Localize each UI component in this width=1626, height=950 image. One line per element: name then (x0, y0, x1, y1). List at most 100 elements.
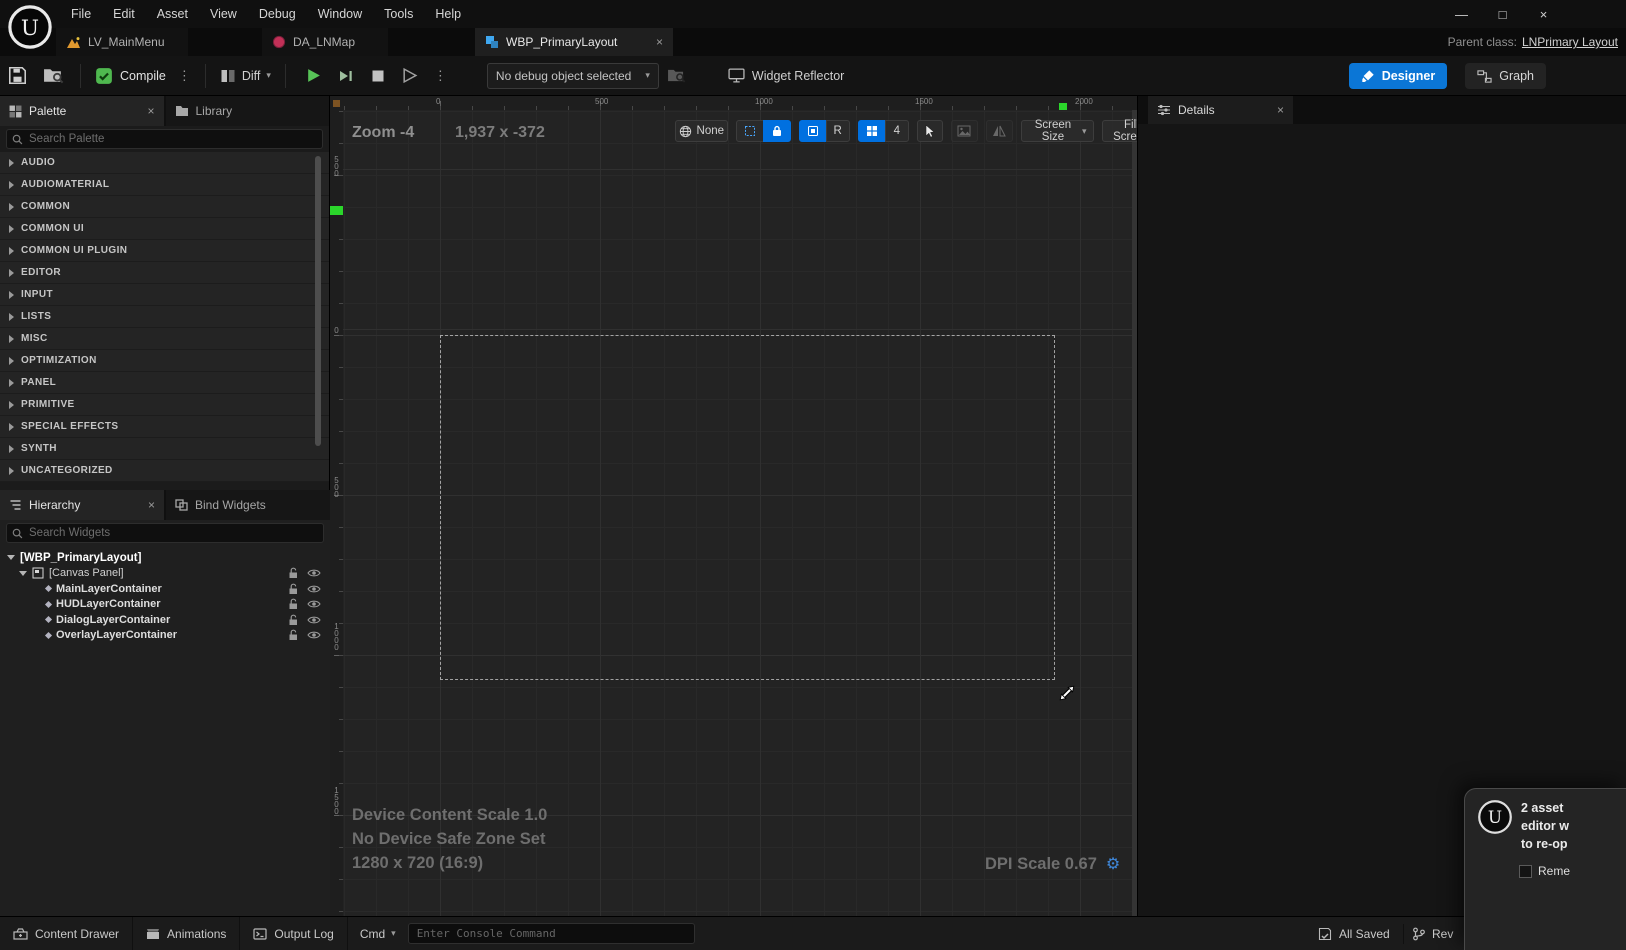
browse-to-asset-button[interactable] (35, 56, 72, 96)
unlock-icon[interactable] (288, 567, 299, 579)
tab-da-lnmap[interactable]: DA_LNMap (262, 28, 388, 56)
palette-category[interactable]: AUDIO (0, 152, 329, 174)
compile-options-kebab-icon[interactable]: ⋮ (172, 68, 197, 84)
dpi-settings-gear-icon[interactable]: ⚙ (1106, 854, 1120, 874)
close-tab-icon[interactable]: × (147, 104, 154, 118)
unreal-engine-logo-icon[interactable]: U (7, 4, 53, 50)
menu-item[interactable]: Asset (146, 0, 199, 28)
debug-object-dropdown[interactable]: No debug object selected ▾ (486, 62, 659, 89)
save-button[interactable] (0, 56, 35, 96)
animations-button[interactable]: Animations (133, 916, 241, 950)
play-options-kebab-icon[interactable]: ⋮ (428, 68, 453, 84)
tree-row-widget[interactable]: MainLayerContainer (0, 581, 330, 597)
palette-category[interactable]: COMMON (0, 196, 329, 218)
tree-row-widget[interactable]: OverlayLayerContainer (0, 628, 330, 644)
tab-hierarchy[interactable]: Hierarchy × (0, 490, 164, 520)
stop-button[interactable] (364, 62, 392, 90)
tab-library[interactable]: Library (165, 96, 329, 126)
collapse-caret-icon[interactable] (7, 555, 15, 561)
palette-scrollbar-thumb[interactable] (315, 156, 321, 446)
menu-item[interactable]: View (199, 0, 248, 28)
remember-checkbox[interactable] (1519, 864, 1532, 878)
tree-row-widget[interactable]: DialogLayerContainer (0, 612, 330, 628)
search-widgets-input[interactable] (6, 523, 324, 543)
revision-control-button[interactable]: Rev (1412, 917, 1453, 950)
output-log-button[interactable]: Output Log (240, 916, 348, 950)
unlock-icon[interactable] (288, 614, 299, 626)
visibility-eye-icon[interactable] (307, 615, 321, 625)
palette-category[interactable]: COMMON UI (0, 218, 329, 240)
play-button[interactable] (300, 62, 328, 90)
visibility-eye-icon[interactable] (307, 599, 321, 609)
search-palette-input[interactable] (6, 129, 323, 149)
grid-snap-toggle-button[interactable] (857, 120, 886, 142)
palette-category[interactable]: COMMON UI PLUGIN (0, 240, 329, 262)
localization-preview-button[interactable]: None (675, 120, 728, 142)
palette-category[interactable]: EDITOR (0, 262, 329, 284)
widget-reflector-button[interactable]: Widget Reflector (728, 68, 844, 83)
palette-category[interactable]: AUDIOMATERIAL (0, 174, 329, 196)
palette-category[interactable]: INPUT (0, 284, 329, 306)
designer-mode-button[interactable]: Designer (1348, 63, 1448, 89)
menu-item[interactable]: Window (307, 0, 373, 28)
compile-button[interactable]: Compile (89, 67, 172, 85)
menu-item[interactable]: Debug (248, 0, 307, 28)
select-tool-button[interactable] (916, 120, 943, 142)
palette-category[interactable]: PRIMITIVE (0, 394, 329, 416)
tree-row-widget[interactable]: HUDLayerContainer (0, 597, 330, 613)
palette-category[interactable]: UNCATEGORIZED (0, 460, 329, 482)
collapse-caret-icon[interactable] (19, 570, 27, 576)
unlock-icon[interactable] (288, 598, 299, 610)
menu-item[interactable]: Tools (373, 0, 424, 28)
save-status[interactable]: All Saved (1318, 917, 1390, 950)
tab-palette[interactable]: Palette × (0, 96, 164, 126)
graph-mode-button[interactable]: Graph (1465, 63, 1546, 89)
palette-category[interactable]: MISC (0, 328, 329, 350)
close-tab-icon[interactable]: × (656, 35, 663, 49)
cmd-dropdown[interactable]: Cmd ▾ (348, 927, 408, 941)
palette-category[interactable]: OPTIMIZATION (0, 350, 329, 372)
respect-locks-button[interactable]: R (825, 120, 850, 142)
safe-zone-toggle-button[interactable] (735, 120, 764, 142)
visibility-eye-icon[interactable] (307, 584, 321, 594)
widget-selection-outline[interactable] (440, 335, 1055, 680)
unlock-icon[interactable] (288, 583, 299, 595)
advance-button[interactable] (396, 62, 424, 90)
menu-item[interactable]: Edit (102, 0, 146, 28)
unlock-icon[interactable] (288, 629, 299, 641)
browse-debug-object-button[interactable] (659, 56, 694, 96)
close-tab-icon[interactable]: × (148, 498, 155, 512)
designer-viewport[interactable]: 0 500 1000 1500 2000 500 0 500 1000 1500 Zoom -4… (330, 96, 1137, 916)
tab-lv-mainmenu[interactable]: LV_MainMenu (56, 28, 188, 56)
lock-viewport-button[interactable] (762, 120, 791, 142)
visibility-eye-icon[interactable] (307, 630, 321, 640)
parent-class-link[interactable]: LNPrimary Layout (1522, 35, 1618, 49)
palette-category[interactable]: PANEL (0, 372, 329, 394)
outline-mode-button[interactable] (798, 120, 827, 142)
palette-category[interactable]: SYNTH (0, 438, 329, 460)
tab-details[interactable]: Details × (1148, 96, 1293, 124)
screen-size-dropdown[interactable]: Screen Size ▾ (1021, 119, 1095, 143)
palette-category[interactable]: SPECIAL EFFECTS (0, 416, 329, 438)
menu-item[interactable]: File (60, 0, 102, 28)
diff-button[interactable]: Diff ▾ (214, 68, 277, 84)
console-command-input[interactable] (407, 923, 695, 944)
tab-bind-widgets[interactable]: Bind Widgets (166, 490, 330, 520)
grid-snap-size-button[interactable]: 4 (884, 120, 909, 142)
palette-category[interactable]: LISTS (0, 306, 329, 328)
tab-wbp-primarylayout[interactable]: WBP_PrimaryLayout × (475, 28, 673, 56)
maximize-button[interactable]: □ (1482, 0, 1523, 28)
frame-skip-button[interactable] (332, 62, 360, 90)
content-drawer-button[interactable]: Content Drawer (0, 916, 134, 950)
tree-row-root[interactable]: [WBP_PrimaryLayout] (0, 550, 330, 566)
minimize-button[interactable]: — (1441, 0, 1482, 28)
fill-screen-dropdown[interactable]: Fill Screen ▾ (1102, 119, 1137, 143)
menu-item[interactable]: Help (424, 0, 472, 28)
mirror-preview-button[interactable] (985, 120, 1013, 142)
tree-row-canvas-panel[interactable]: [Canvas Panel] (0, 566, 330, 582)
close-tab-icon[interactable]: × (1277, 103, 1284, 117)
close-window-button[interactable]: × (1523, 0, 1564, 28)
preview-background-button[interactable] (950, 120, 978, 142)
notification-toast[interactable]: U 2 asset editor w to re-op Reme (1464, 788, 1626, 950)
visibility-eye-icon[interactable] (307, 568, 321, 578)
